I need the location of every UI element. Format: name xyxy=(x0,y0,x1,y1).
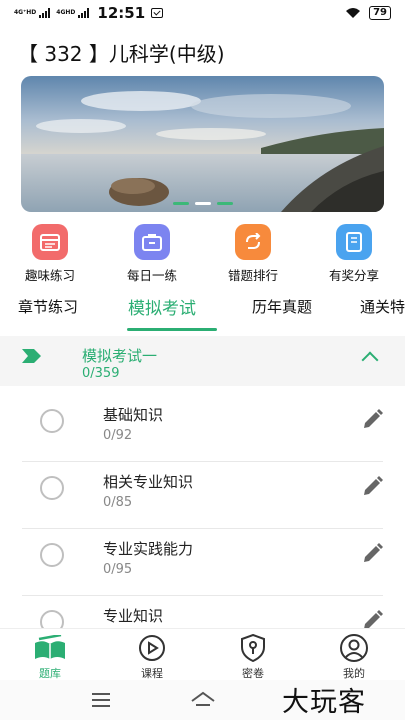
notification-icon xyxy=(151,8,164,18)
sim2-label: 4GHD xyxy=(56,9,76,16)
item-title: 基础知识 xyxy=(103,406,164,424)
refresh-icon xyxy=(235,224,271,260)
list-item[interactable]: 相关专业知识 0/85 xyxy=(0,463,405,529)
signal-icon-2 xyxy=(78,8,90,18)
tab-clearance[interactable]: 通关特 xyxy=(360,296,405,317)
radio-circle-icon[interactable] xyxy=(40,409,64,433)
page-title: 【 332 】儿科学(中级) xyxy=(18,42,225,66)
radio-circle-icon[interactable] xyxy=(40,476,64,500)
divider xyxy=(22,595,383,596)
watermark-logo: 大玩客 xyxy=(282,687,366,718)
item-count: 0/92 xyxy=(103,428,133,443)
briefcase-icon xyxy=(134,224,170,260)
status-time: 12:51 xyxy=(97,4,146,22)
tab-active-indicator xyxy=(127,328,217,331)
sim1-indicator: 4G⁺HD xyxy=(14,10,36,16)
battery-icon: 79 xyxy=(369,6,391,20)
quick-actions: 趣味练习 每日一练 错题排行 有奖分享 xyxy=(0,224,405,286)
bottom-tab-secret-papers[interactable]: 密卷 xyxy=(223,633,283,681)
pencil-icon[interactable] xyxy=(361,409,383,431)
book-icon xyxy=(336,224,372,260)
category-tabs: 章节练习 模拟考试 历年真题 通关特 xyxy=(0,288,405,332)
bottom-tab-label: 我的 xyxy=(343,667,365,680)
item-count: 0/95 xyxy=(103,562,133,577)
carousel-dot-active[interactable] xyxy=(194,202,211,205)
carousel-dot[interactable] xyxy=(172,202,189,205)
play-circle-icon xyxy=(122,633,182,663)
bottom-tab-label: 密卷 xyxy=(242,667,264,680)
bottom-tab-question-bank[interactable]: 题库 xyxy=(20,633,80,681)
carousel-dot[interactable] xyxy=(216,202,233,205)
status-bar: 4G⁺HD 4GHD 12:51 79 xyxy=(0,0,405,26)
user-icon xyxy=(324,633,384,663)
list-item[interactable]: 基础知识 0/92 xyxy=(0,396,405,462)
chevron-up-icon[interactable] xyxy=(361,351,379,369)
pencil-icon[interactable] xyxy=(361,476,383,498)
calendar-icon xyxy=(32,224,68,260)
tab-mock-exam[interactable]: 模拟考试 xyxy=(128,294,196,319)
quick-action-daily[interactable]: 每日一练 xyxy=(112,224,192,284)
shield-key-icon xyxy=(223,633,283,663)
quick-action-label: 错题排行 xyxy=(227,268,278,283)
section-count: 0/359 xyxy=(82,366,120,381)
quick-action-fun-practice[interactable]: 趣味练习 xyxy=(10,224,90,284)
banner-image[interactable] xyxy=(21,76,384,212)
quick-action-label: 有奖分享 xyxy=(328,268,379,283)
signal-icon xyxy=(39,8,51,18)
bottom-tab-label: 题库 xyxy=(39,667,61,680)
radio-circle-icon[interactable] xyxy=(40,543,64,567)
bottom-tab-profile[interactable]: 我的 xyxy=(324,633,384,681)
quick-action-label: 每日一练 xyxy=(126,268,177,283)
exam-section-header[interactable]: 模拟考试一 0/359 xyxy=(0,336,405,386)
item-title: 相关专业知识 xyxy=(103,473,194,491)
tab-chapter-practice[interactable]: 章节练习 xyxy=(18,296,78,317)
quick-action-wrong-ranking[interactable]: 错题排行 xyxy=(213,224,293,284)
item-count: 0/85 xyxy=(103,495,133,510)
item-title: 专业实践能力 xyxy=(103,540,194,558)
flag-icon xyxy=(22,349,41,363)
quick-action-share[interactable]: 有奖分享 xyxy=(314,224,394,284)
banner-carousel[interactable] xyxy=(21,76,384,212)
divider xyxy=(22,461,383,462)
home-icon[interactable] xyxy=(190,691,216,707)
tab-past-exams[interactable]: 历年真题 xyxy=(252,296,312,317)
wifi-icon xyxy=(346,8,361,18)
section-title: 模拟考试一 xyxy=(82,347,158,365)
divider xyxy=(22,528,383,529)
pencil-icon[interactable] xyxy=(361,543,383,565)
carousel-dots xyxy=(21,202,384,205)
sim2-indicator: 4GHD xyxy=(56,10,75,16)
quick-action-label: 趣味练习 xyxy=(24,268,75,283)
list-item[interactable]: 专业实践能力 0/95 xyxy=(0,530,405,596)
bottom-tab-bar: 题库 课程 密卷 我的 xyxy=(0,628,405,680)
bottom-tab-label: 课程 xyxy=(141,667,163,680)
open-book-icon xyxy=(20,633,80,663)
bottom-tab-courses[interactable]: 课程 xyxy=(122,633,182,681)
sim1-label: 4G⁺HD xyxy=(14,9,37,16)
menu-icon[interactable] xyxy=(92,693,110,711)
item-title: 专业知识 xyxy=(103,607,164,625)
